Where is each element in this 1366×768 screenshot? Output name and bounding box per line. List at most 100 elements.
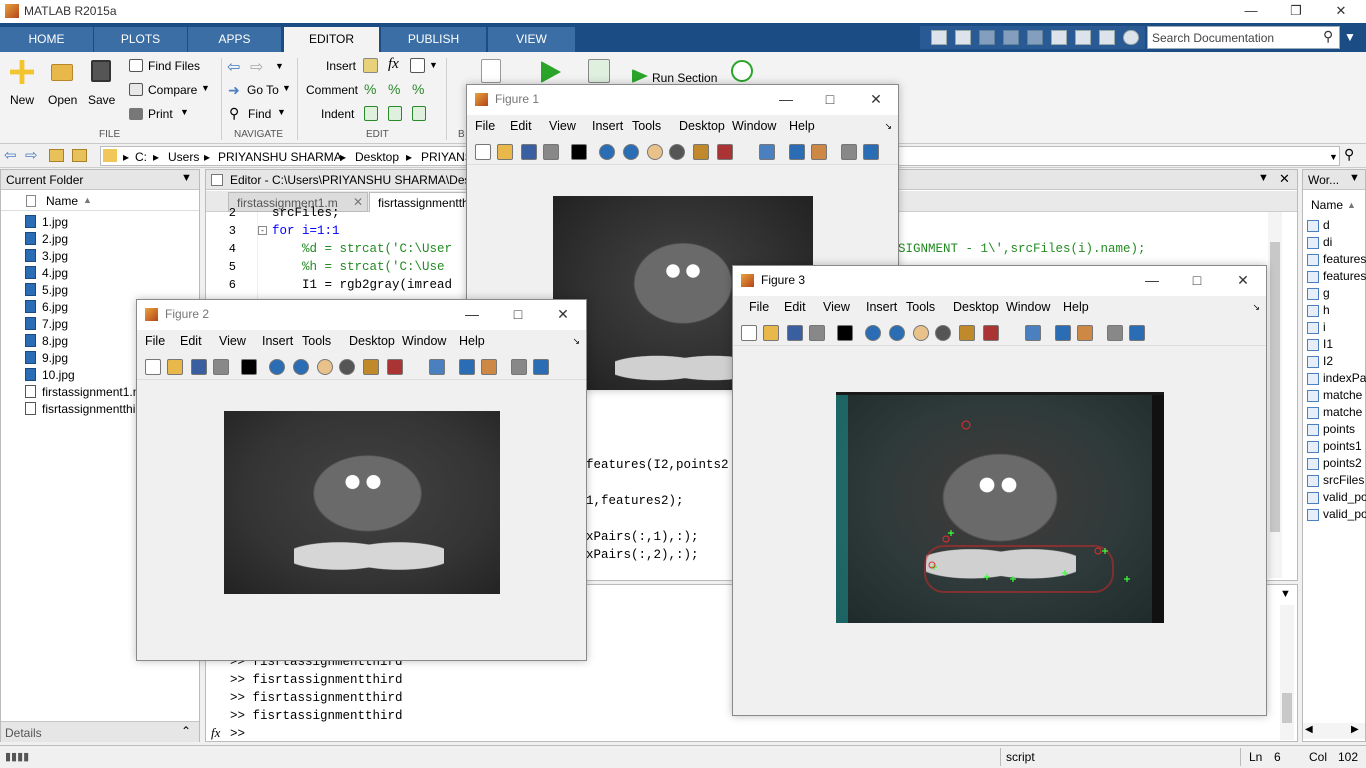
- colorbar-icon[interactable]: [789, 144, 805, 160]
- workspace-variable[interactable]: points: [1323, 422, 1355, 436]
- file-item[interactable]: firstassignment1.m: [42, 385, 143, 399]
- figure-menu-window[interactable]: Window: [1006, 300, 1050, 314]
- tab-view[interactable]: VIEW: [488, 27, 576, 52]
- figure-menu-insert[interactable]: Insert: [262, 334, 293, 348]
- zoom-in-icon[interactable]: [865, 325, 881, 341]
- name-column-header[interactable]: Name ▲: [1, 191, 199, 211]
- file-item[interactable]: 6.jpg: [42, 300, 68, 314]
- workspace-variable[interactable]: I2: [1323, 354, 1333, 368]
- forward-icon[interactable]: ⇨: [25, 146, 38, 164]
- close-button[interactable]: ✕: [1318, 0, 1364, 23]
- figure-menu-view[interactable]: View: [219, 334, 246, 348]
- minimize-button[interactable]: —: [449, 300, 495, 330]
- close-button[interactable]: ✕: [1220, 266, 1266, 296]
- fold-icon[interactable]: -: [258, 226, 267, 235]
- save-figure-icon[interactable]: [191, 359, 207, 375]
- outdent-icon[interactable]: [412, 106, 426, 121]
- details-panel-header[interactable]: Details ⌃: [1, 721, 199, 742]
- open-file-icon[interactable]: [763, 325, 779, 341]
- qa-help-icon[interactable]: [1123, 30, 1139, 45]
- workspace-variable[interactable]: srcFiles: [1323, 473, 1364, 487]
- tab-close-icon[interactable]: ✕: [353, 195, 363, 209]
- figure-menu-help[interactable]: Help: [1063, 300, 1089, 314]
- zoom-out-icon[interactable]: [889, 325, 905, 341]
- legend-icon[interactable]: [1077, 325, 1093, 341]
- show-plot-tools-icon[interactable]: [533, 359, 549, 375]
- file-item[interactable]: 3.jpg: [42, 249, 68, 263]
- qa-paste-icon[interactable]: [1027, 30, 1043, 45]
- run-advance-icon[interactable]: [588, 59, 610, 83]
- maximize-button[interactable]: □: [1174, 266, 1220, 296]
- figure-menu-edit[interactable]: Edit: [784, 300, 806, 314]
- maximize-button[interactable]: □: [495, 300, 541, 330]
- breakpoints-icon[interactable]: [481, 59, 501, 83]
- fx-icon[interactable]: fx: [211, 725, 220, 741]
- workspace-variable[interactable]: I1: [1323, 337, 1333, 351]
- comment-icon[interactable]: %: [364, 81, 376, 97]
- up-folder-icon[interactable]: [49, 149, 64, 162]
- maximize-button[interactable]: □: [807, 85, 853, 115]
- file-item[interactable]: 5.jpg: [42, 283, 68, 297]
- search-documentation-input[interactable]: Search Documentation ⚲: [1147, 26, 1340, 49]
- figure-menu-edit[interactable]: Edit: [510, 119, 532, 133]
- fx-icon[interactable]: fx: [388, 56, 399, 73]
- print-figure-icon[interactable]: [809, 325, 825, 341]
- go-to-button[interactable]: Go To: [247, 83, 279, 97]
- pan-icon[interactable]: [647, 144, 663, 160]
- print-figure-icon[interactable]: [213, 359, 229, 375]
- edit-plot-icon[interactable]: [837, 325, 853, 341]
- qa-undo-icon[interactable]: [1051, 30, 1067, 45]
- find-button[interactable]: Find: [248, 107, 271, 121]
- workspace-variable[interactable]: d: [1323, 218, 1330, 232]
- browse-folder-icon[interactable]: [72, 149, 87, 162]
- zoom-out-icon[interactable]: [623, 144, 639, 160]
- command-scrollbar[interactable]: [1280, 605, 1294, 740]
- print-figure-icon[interactable]: [543, 144, 559, 160]
- panel-menu-icon[interactable]: ▼: [1258, 172, 1269, 184]
- run-icon[interactable]: [541, 61, 561, 83]
- name-column-label[interactable]: Name: [1311, 198, 1343, 212]
- save-icon[interactable]: [91, 60, 111, 82]
- scrollbar-thumb[interactable]: [1270, 242, 1280, 532]
- restore-button[interactable]: ❐: [1273, 0, 1319, 23]
- qa-switch-windows-icon[interactable]: [1099, 30, 1115, 45]
- comment-button[interactable]: Comment: [306, 83, 358, 97]
- smart-indent-icon[interactable]: [364, 106, 378, 121]
- workspace-variable[interactable]: indexPa: [1323, 371, 1366, 385]
- find-dropdown-icon[interactable]: ▼: [277, 107, 286, 117]
- brush-icon[interactable]: [387, 359, 403, 375]
- pan-icon[interactable]: [913, 325, 929, 341]
- open-file-icon[interactable]: [167, 359, 183, 375]
- workspace-variable[interactable]: h: [1323, 303, 1330, 317]
- tab-apps[interactable]: APPS: [188, 27, 282, 52]
- figure-menu-file[interactable]: File: [145, 334, 165, 348]
- menubar-overflow-icon[interactable]: ↘: [884, 121, 892, 132]
- pan-icon[interactable]: [317, 359, 333, 375]
- workspace-variable[interactable]: g: [1323, 286, 1330, 300]
- filter-icon[interactable]: ▼: [1344, 30, 1358, 44]
- workspace-variable[interactable]: i: [1323, 320, 1326, 334]
- command-prompt-input[interactable]: >>: [230, 727, 245, 741]
- data-cursor-icon[interactable]: [363, 359, 379, 375]
- rotate-3d-icon[interactable]: [339, 359, 355, 375]
- figure-menu-help[interactable]: Help: [789, 119, 815, 133]
- minimize-button[interactable]: —: [1228, 0, 1274, 23]
- code-scrollbar[interactable]: [1268, 212, 1282, 578]
- path-part[interactable]: Users: [168, 150, 199, 164]
- find-files-button[interactable]: Find Files: [148, 59, 200, 73]
- minimize-button[interactable]: —: [1129, 266, 1175, 296]
- indent-icon[interactable]: [388, 106, 402, 121]
- show-plot-tools-icon[interactable]: [863, 144, 879, 160]
- workspace-variable[interactable]: di: [1323, 235, 1332, 249]
- zoom-in-icon[interactable]: [599, 144, 615, 160]
- link-plot-icon[interactable]: [1025, 325, 1041, 341]
- file-item[interactable]: 7.jpg: [42, 317, 68, 331]
- new-button-label[interactable]: New: [10, 93, 34, 107]
- new-figure-icon[interactable]: [741, 325, 757, 341]
- new-figure-icon[interactable]: [475, 144, 491, 160]
- file-item[interactable]: 8.jpg: [42, 334, 68, 348]
- qa-layout-icon[interactable]: [931, 30, 947, 45]
- menubar-overflow-icon[interactable]: ↘: [1252, 302, 1260, 313]
- figure-menu-help[interactable]: Help: [459, 334, 485, 348]
- qa-save-icon[interactable]: [955, 30, 971, 45]
